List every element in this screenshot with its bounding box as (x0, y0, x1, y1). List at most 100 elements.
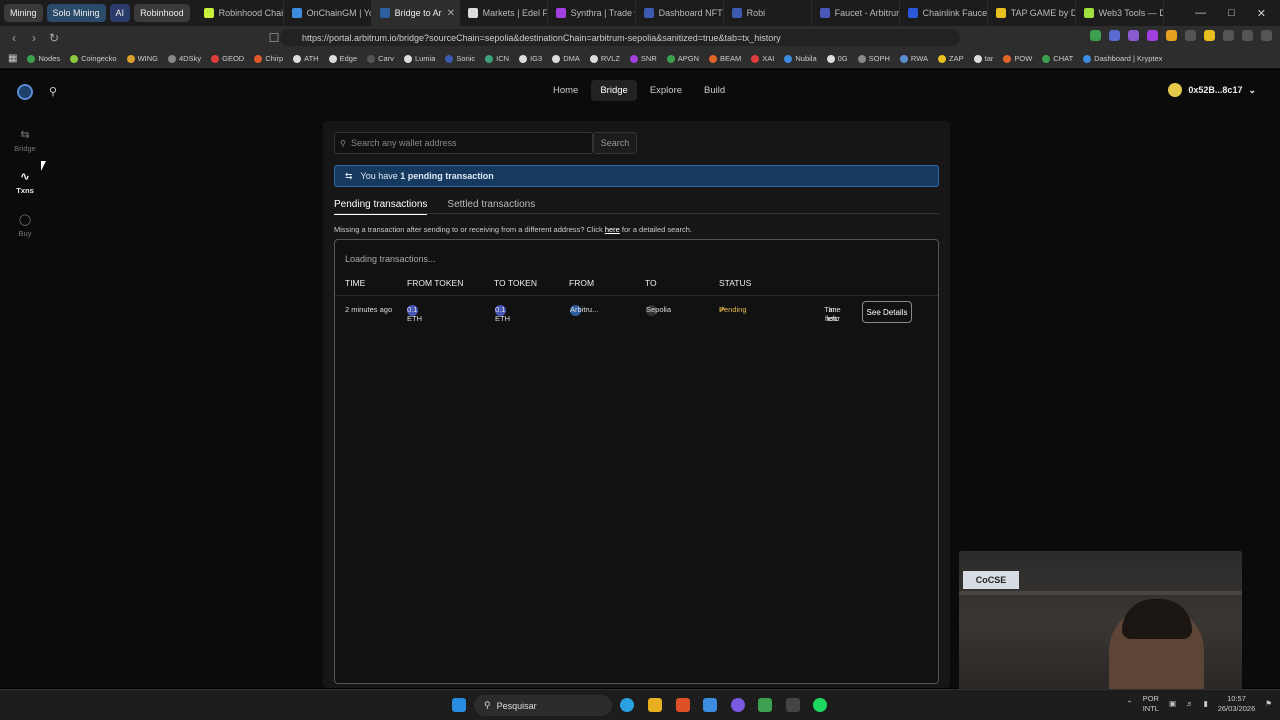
wallet-search-input[interactable]: ⚲ Search any wallet address (334, 132, 593, 154)
extension-icon[interactable] (1090, 30, 1101, 41)
excel-icon[interactable] (758, 698, 772, 712)
back-icon[interactable]: ‹ (4, 31, 24, 45)
extension-icon[interactable] (1109, 30, 1120, 41)
detailed-search-link[interactable]: here (605, 225, 620, 234)
favicon-icon (643, 8, 654, 18)
see-details-button[interactable]: See Details (862, 301, 912, 323)
extension-icon[interactable] (1223, 30, 1234, 41)
notification-icon[interactable]: ⚑ (1265, 699, 1272, 709)
nav-home[interactable]: Home (544, 80, 587, 101)
url-field[interactable]: https://portal.arbitrum.io/bridge?source… (280, 29, 960, 46)
bookmark-item[interactable]: Dashboard | Kryptex (1078, 54, 1167, 63)
bookmark-icon (168, 54, 177, 63)
menu-icon[interactable] (1261, 30, 1272, 41)
browser-tab[interactable]: Faucet - Arbitrum (812, 0, 900, 26)
bookmark-item[interactable]: Coingecko (65, 54, 121, 63)
bookmark-item[interactable]: Carv (362, 54, 399, 63)
bookmark-item[interactable]: Lumia (399, 54, 440, 63)
bookmark-item[interactable]: Nodes (22, 54, 65, 63)
bookmark-item[interactable]: IG3 (514, 54, 547, 63)
maximize-icon[interactable]: □ (1228, 7, 1235, 20)
extension-icon[interactable] (1185, 30, 1196, 41)
browser-tab[interactable]: Dashboard NFT (636, 0, 724, 26)
bookmark-item[interactable]: DMA (547, 54, 585, 63)
forward-icon[interactable]: › (24, 31, 44, 45)
battery-icon[interactable]: ▮ (1204, 699, 1208, 709)
chevron-up-icon[interactable]: ⌃ (1126, 699, 1132, 709)
browser-tab[interactable]: Synthra | Trade w (548, 0, 636, 26)
extension-icon[interactable] (1204, 30, 1215, 41)
extension-icon[interactable] (1128, 30, 1139, 41)
browser-tab[interactable]: Robi (724, 0, 812, 26)
bookmark-item[interactable]: ICN (480, 54, 514, 63)
browser-tab-bar: Mining Solo Mining AI Robinhood Robinhoo… (0, 0, 1280, 26)
taskbar-search-label: Pesquisar (496, 700, 537, 711)
tab-group-mining[interactable]: Mining (4, 4, 43, 22)
bookmark-item[interactable]: GEOD (206, 54, 249, 63)
tab-group-solo-mining[interactable]: Solo Mining (46, 4, 106, 22)
external-link-icon[interactable]: ↗ (719, 305, 725, 314)
bookmark-item[interactable]: WING (122, 54, 163, 63)
bookmark-item[interactable]: SNR (625, 54, 662, 63)
tab-group-ai[interactable]: AI (109, 4, 131, 22)
windows-start-icon[interactable] (452, 698, 466, 712)
sidebar-item-buy[interactable]: ◯ Buy (0, 213, 50, 238)
volume-icon[interactable]: ♬ (1186, 699, 1194, 709)
search-icon[interactable]: ⚲ (49, 85, 57, 98)
nav-explore[interactable]: Explore (641, 80, 691, 101)
sidebar-toggle-icon[interactable] (1242, 30, 1253, 41)
clock[interactable]: 10:57 26/03/2026 (1218, 694, 1256, 714)
browser-tab[interactable]: OnChainGM | Yo (284, 0, 372, 26)
chat-app-icon[interactable] (731, 698, 745, 712)
nav-bridge[interactable]: Bridge (591, 80, 637, 101)
bookmark-item[interactable]: Edge (324, 54, 363, 63)
brave-icon[interactable] (676, 698, 690, 712)
browser-tab[interactable]: Chainlink Faucet (900, 0, 988, 26)
bookmark-item[interactable]: XAI (746, 54, 779, 63)
taskbar-search[interactable]: ⚲ Pesquisar (474, 695, 612, 716)
extension-icon[interactable] (1147, 30, 1158, 41)
bookmark-item[interactable]: ATH (288, 54, 323, 63)
search-button[interactable]: Search (593, 132, 637, 154)
browser-tab[interactable]: Bridge to Ar ✕ (371, 0, 460, 26)
calculator-icon[interactable] (786, 698, 800, 712)
bookmark-item[interactable]: ZAP (933, 54, 969, 63)
tx-to-chain: Sepolia (646, 305, 672, 316)
sidebar-item-txns[interactable]: ∿ Txns (0, 170, 50, 195)
bookmark-item[interactable]: POW (998, 54, 1037, 63)
network-icon[interactable]: ▣ (1169, 699, 1176, 709)
bookmark-item[interactable]: Chirp (249, 54, 288, 63)
arbitrum-logo-icon[interactable] (17, 84, 33, 100)
close-icon[interactable]: ✕ (1257, 7, 1266, 20)
browser-tab[interactable]: Web3 Tools — D (1076, 0, 1164, 26)
minimize-icon[interactable]: — (1195, 7, 1206, 20)
bookmark-item[interactable]: RWA (895, 54, 933, 63)
bookmark-item[interactable]: SOPH (853, 54, 895, 63)
tab-group-robinhood[interactable]: Robinhood (134, 4, 190, 22)
bookmark-item[interactable]: 0G (822, 54, 853, 63)
spotify-icon[interactable] (813, 698, 827, 712)
extension-icon[interactable] (1166, 30, 1177, 41)
reload-icon[interactable]: ↻ (44, 31, 64, 45)
bookmark-item[interactable]: RVLZ (585, 54, 625, 63)
browser-tab[interactable]: Robinhood Chai (196, 0, 284, 26)
browser-tab[interactable]: Markets | Edel Fi (460, 0, 548, 26)
bookmark-item[interactable]: Sonic (440, 54, 480, 63)
wallet-button[interactable]: 0x52B...8c17 ⌄ (1168, 83, 1256, 97)
apps-icon[interactable]: ▦ (0, 53, 22, 64)
bookmark-item[interactable]: BEAM (704, 54, 746, 63)
sidebar-item-bridge[interactable]: ⇆ Bridge (0, 128, 50, 153)
edge-icon[interactable] (620, 698, 634, 712)
browser-tab[interactable]: TAP GAME by D (988, 0, 1076, 26)
file-explorer-icon[interactable] (648, 698, 662, 712)
bookmark-item[interactable]: 4DSky (163, 54, 206, 63)
close-tab-icon[interactable]: ✕ (447, 8, 455, 19)
bookmark-item[interactable]: CHAT (1037, 54, 1078, 63)
bookmark-item[interactable]: tar (969, 54, 999, 63)
bookmark-item[interactable]: APGN (662, 54, 704, 63)
bookmark-label: tar (984, 54, 994, 63)
nav-build[interactable]: Build (695, 80, 734, 101)
bookmark-item[interactable]: Nubila (779, 54, 821, 63)
notepad-icon[interactable] (703, 698, 717, 712)
language-indicator[interactable]: POR INTL (1143, 694, 1159, 714)
